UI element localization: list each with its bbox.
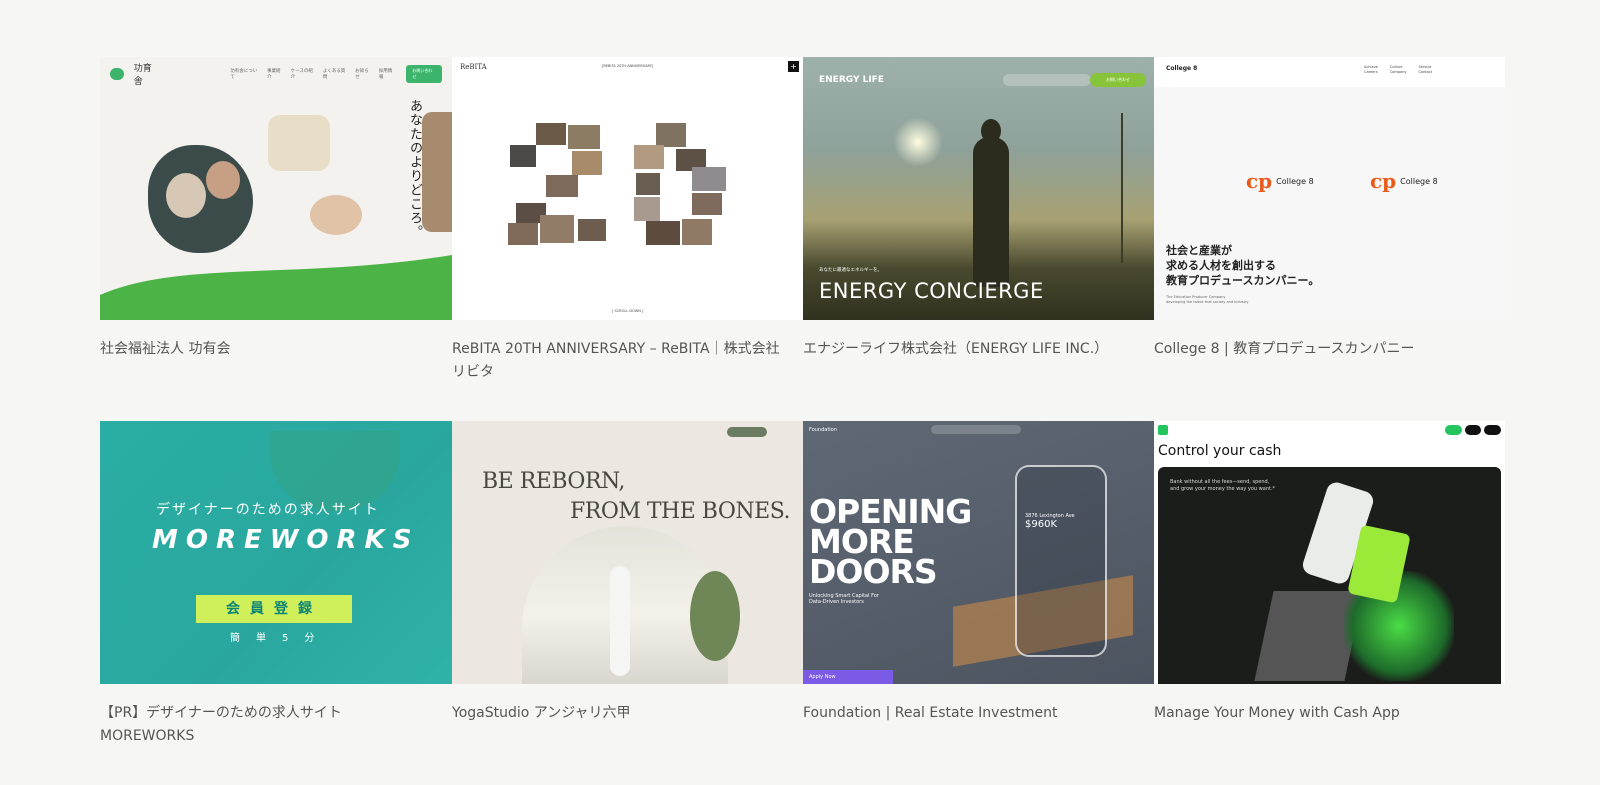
thumb-apply-bar: Apply Now xyxy=(803,670,893,684)
thumb-headline: Control your cash xyxy=(1158,443,1282,459)
thumb-headline-line1: BE REBORN, xyxy=(482,469,625,494)
thumb-nav-item: 採用情報 xyxy=(378,69,393,80)
plus-icon: + xyxy=(788,61,799,72)
card-thumbnail[interactable]: ENERGY LIFE お問い合わせ あなたに最適なエネルギーを。 ENERGY… xyxy=(803,57,1154,320)
gallery-grid: 功育舎 功有会について 事業紹介 ケースの紹介 よくある質問 お知らせ 採用情報… xyxy=(100,57,1505,785)
yoga-person-shape xyxy=(610,566,630,676)
wind-turbine-icon xyxy=(1121,113,1123,263)
thumb-cta: お問い合わせ xyxy=(1090,73,1146,87)
card-caption[interactable]: エナジーライフ株式会社（ENERGY LIFE INC.） xyxy=(803,338,1154,361)
thumb-nav-item: Company xyxy=(1389,70,1407,74)
thumb-header xyxy=(1154,57,1505,87)
cash-app-logo-icon xyxy=(1158,425,1168,435)
thumb-subtext: Unlocking Smart Capital For Data-Driven … xyxy=(809,593,879,605)
gallery-card[interactable]: College 8 Achieve Careers Culture Company … xyxy=(1154,57,1505,421)
thumb-subtext: Bank without all the fees—send, spend, a… xyxy=(1170,479,1276,492)
silhouette-person xyxy=(973,137,1009,287)
thumb-nav xyxy=(1003,74,1091,86)
card-caption[interactable]: ReBITA 20TH ANNIVERSARY – ReBITA｜株式会社リビタ xyxy=(452,338,803,384)
thumb-logo-text: College 8 xyxy=(1166,65,1198,72)
thumb-register-button: 会員登録 xyxy=(196,595,352,623)
thumb-header: 功育舎 功有会について 事業紹介 ケースの紹介 よくある質問 お知らせ 採用情報… xyxy=(100,57,452,91)
leaf-logo-icon xyxy=(110,68,124,80)
thumb-logo-text: ReBITA xyxy=(460,63,487,71)
card-caption[interactable]: Manage Your Money with Cash App xyxy=(1154,702,1505,725)
sun-flare-shape xyxy=(893,117,943,167)
thumb-logo-text: ENERGY LIFE xyxy=(819,75,884,85)
face-shape xyxy=(206,161,240,199)
thumb-price: 3876 Lexington Ave $960K xyxy=(1025,513,1075,530)
photo-hands xyxy=(310,195,362,235)
phone-frame xyxy=(1015,465,1107,657)
gallery-card[interactable]: ReBITA [REBITA 20TH ANNIVERSARY] + [SCR… xyxy=(452,57,803,421)
thumb-nav-item: よくある質問 xyxy=(322,69,346,80)
scroll-indicator: [ SCROLL DOWN ] xyxy=(612,309,644,313)
card-thumbnail[interactable]: Control your cash Bank without all the f… xyxy=(1154,421,1505,684)
photo-tea-cups xyxy=(268,115,330,171)
thumb-headline-line2: FROM THE BONES. xyxy=(570,499,791,524)
thumb-nav-item: ケースの紹介 xyxy=(290,69,313,80)
card-thumbnail[interactable]: College 8 Achieve Careers Culture Company … xyxy=(1154,57,1505,320)
college8-logo-icon: cp College 8 xyxy=(1370,169,1438,193)
card-caption[interactable]: 社会福祉法人 功有会 xyxy=(100,338,452,361)
card-thumbnail[interactable]: 功育舎 功有会について 事業紹介 ケースの紹介 よくある質問 お知らせ 採用情報… xyxy=(100,57,452,320)
thumb-header-buttons xyxy=(1445,425,1502,435)
thumb-subtext: 簡単5分 xyxy=(230,633,331,644)
moreworks-logo: MOREWORKS xyxy=(152,525,420,555)
card-caption[interactable]: 【PR】デザイナーのための求人サイト MOREWORKS xyxy=(100,702,452,748)
photo-collage-20 xyxy=(508,123,726,245)
gallery-card[interactable]: ENERGY LIFE お問い合わせ あなたに最適なエネルギーを。 ENERGY… xyxy=(803,57,1154,421)
thumb-nav-item: 功有会について xyxy=(230,69,258,80)
thumb-nav-item: Careers xyxy=(1364,70,1378,74)
photo-elderly-woman xyxy=(148,145,253,253)
face-shape xyxy=(166,173,206,218)
thumb-nav-item: お知らせ xyxy=(355,69,369,80)
thumb-headline: あなたのよりどころ。 xyxy=(407,99,422,239)
card-thumbnail[interactable]: Foundation OPENING MORE DOORS Unlocking … xyxy=(803,421,1154,684)
thumb-cta: お問い合わせ xyxy=(406,65,442,83)
thumb-nav xyxy=(727,427,767,437)
card-thumbnail[interactable]: ReBITA [REBITA 20TH ANNIVERSARY] + [SCR… xyxy=(452,57,803,320)
gallery-card[interactable]: デザイナーのための求人サイト MOREWORKS 会員登録 簡単5分 【PR】デ… xyxy=(100,421,452,785)
college8-logo-icon: cp College 8 xyxy=(1246,169,1314,193)
thumb-headline: OPENING MORE DOORS xyxy=(809,492,972,591)
thumb-nav-item: 事業紹介 xyxy=(267,69,281,80)
thumb-nav-item: Contact xyxy=(1418,70,1433,74)
gallery-card[interactable]: BE REBORN, FROM THE BONES. YogaStudio アン… xyxy=(452,421,803,785)
card-caption[interactable]: YogaStudio アンジャリ六甲 xyxy=(452,702,803,725)
thumb-logo-text: 功育舎 xyxy=(133,64,152,87)
green-wave-shape xyxy=(100,255,452,320)
card-caption[interactable]: College 8 | 教育プロデュースカンパニー xyxy=(1154,338,1505,361)
thumb-nav xyxy=(931,425,1021,434)
gallery-card[interactable]: Control your cash Bank without all the f… xyxy=(1154,421,1505,785)
thumb-headline: 社会と産業が 求める人材を創出する 教育プロデュースカンパニー。 xyxy=(1166,244,1320,287)
thumb-nav: Achieve Careers Culture Company Service Con… xyxy=(1364,65,1432,75)
thumb-tagline: デザイナーのための求人サイト xyxy=(156,502,380,518)
photo-child xyxy=(422,112,452,232)
card-thumbnail[interactable]: BE REBORN, FROM THE BONES. xyxy=(452,421,803,684)
card-thumbnail[interactable]: デザイナーのための求人サイト MOREWORKS 会員登録 簡単5分 xyxy=(100,421,452,684)
thumb-tagline: あなたに最適なエネルギーを。 xyxy=(819,268,882,273)
gallery-card[interactable]: 功育舎 功有会について 事業紹介 ケースの紹介 よくある質問 お知らせ 採用情報… xyxy=(100,57,452,421)
plant-shape xyxy=(690,571,740,661)
thumb-nav: 功有会について 事業紹介 ケースの紹介 よくある質問 お知らせ 採用情報 xyxy=(230,68,396,80)
card-caption[interactable]: Foundation | Real Estate Investment xyxy=(803,702,1154,725)
thumb-top-label: [REBITA 20TH ANNIVERSARY] xyxy=(602,64,654,68)
thumb-subtext: The Education Producer Company developin… xyxy=(1166,295,1249,304)
thumb-logo-text: Foundation xyxy=(809,427,837,433)
thumb-headline: ENERGY CONCIERGE xyxy=(819,279,1044,303)
gallery-card[interactable]: Foundation OPENING MORE DOORS Unlocking … xyxy=(803,421,1154,785)
